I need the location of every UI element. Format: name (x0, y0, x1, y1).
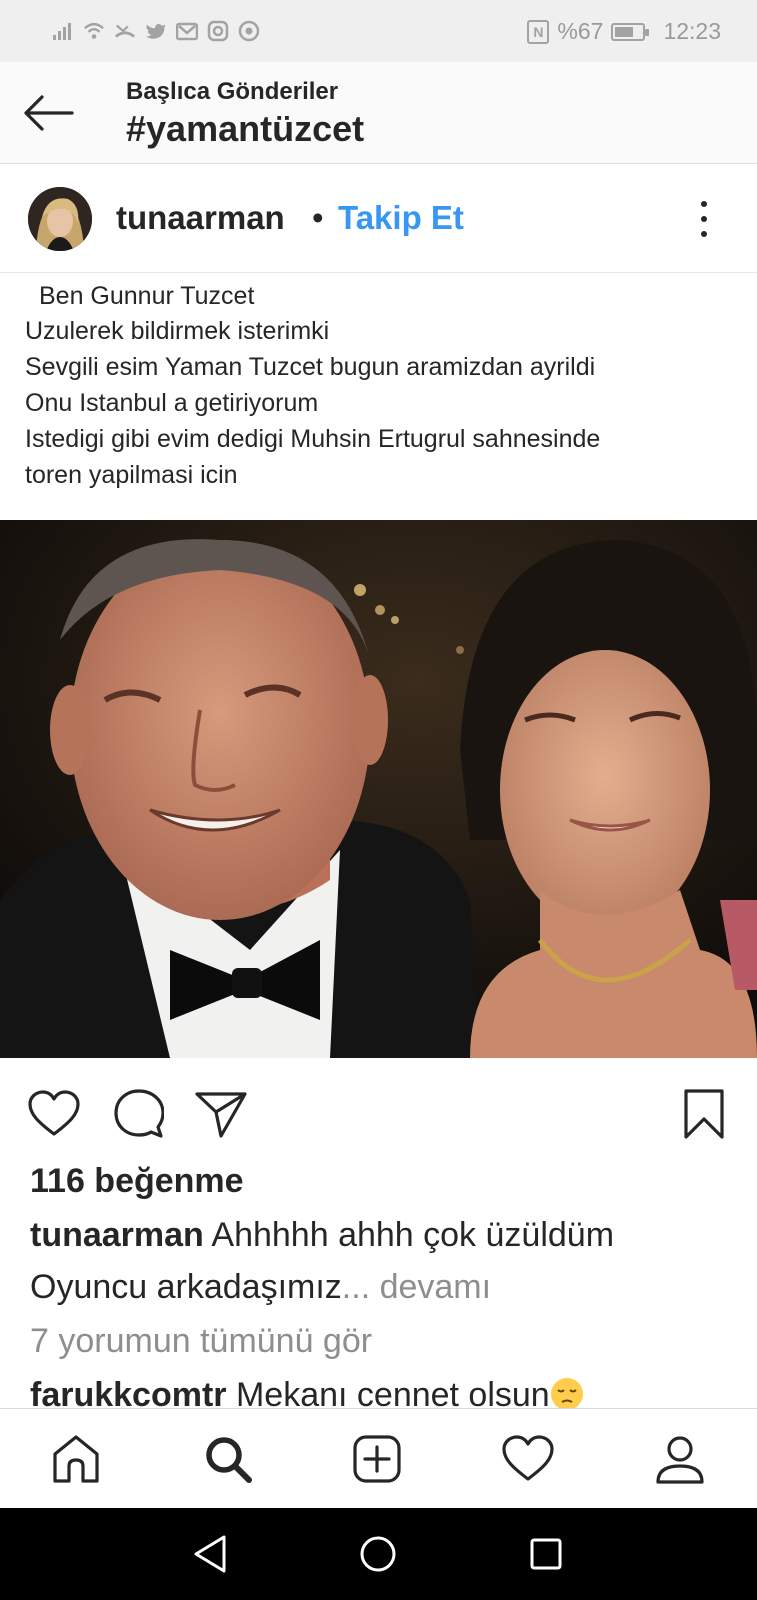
page-title: #yamantüzcet (126, 108, 365, 149)
caption-line: Uzulerek bildirmek isterimki (25, 317, 330, 345)
more-options-button[interactable] (690, 197, 718, 241)
caption-line: Ben Gunnur Tuzcet (39, 282, 255, 310)
caption-line: toren yapilmasi icin (25, 461, 238, 489)
nfc-icon: N (527, 19, 550, 44)
status-icons-right: N %67 12:23 (527, 18, 721, 45)
save-button[interactable] (676, 1086, 732, 1142)
more-dot (701, 216, 707, 222)
tab-new-post[interactable] (349, 1431, 405, 1487)
avatar[interactable] (28, 187, 92, 251)
wifi-icon (83, 20, 105, 42)
system-nav-bar (0, 1508, 757, 1600)
comment-bubble-icon (114, 1089, 164, 1138)
post-username[interactable]: tunaarman (116, 199, 285, 237)
gmail-icon (176, 20, 198, 42)
tab-search[interactable] (200, 1431, 256, 1487)
plus-square-icon (353, 1435, 401, 1483)
caption-line: Sevgili esim Yaman Tuzcet bugun aramizda… (25, 353, 596, 381)
heart-icon (502, 1435, 554, 1481)
status-icons-left (52, 20, 260, 42)
home-icon (53, 1435, 99, 1483)
follow-button[interactable]: Takip Et (338, 199, 464, 237)
more-dot (701, 231, 707, 237)
battery-icon (611, 22, 650, 41)
caption-line2: Oyuncu arkadaşımız (30, 1268, 342, 1306)
more-dot (701, 201, 707, 207)
paper-plane-icon (195, 1092, 247, 1138)
square-recents-icon (530, 1538, 562, 1570)
post-photo[interactable] (0, 520, 757, 1058)
arrow-left-icon (24, 95, 74, 131)
caption-text: Ahhhhh ahhh çok üzüldüm (203, 1216, 615, 1254)
search-icon (206, 1437, 252, 1483)
caption-line: Onu Istanbul a getiriyorum (25, 389, 319, 417)
more-link[interactable]: ... devamı (342, 1268, 491, 1306)
caption-line: Istedigi gibi evim dedigi Muhsin Ertugru… (25, 425, 601, 453)
heart-icon (28, 1090, 80, 1136)
pensive-face-emoji-icon (550, 1378, 583, 1410)
post-text-block: Ben Gunnur Tuzcet Uzulerek bildirmek ist… (0, 274, 757, 520)
likes-count[interactable]: 116 beğenme (30, 1162, 244, 1201)
missed-call-icon (114, 20, 136, 42)
caption-continued: Oyuncu arkadaşımız... devamı (30, 1268, 491, 1307)
view-all-comments-link[interactable]: 7 yorumun tümünü gör (30, 1322, 372, 1361)
tab-activity[interactable] (500, 1431, 556, 1487)
nav-recents-button[interactable] (522, 1530, 570, 1578)
bottom-tab-bar (0, 1408, 757, 1508)
person-icon (656, 1436, 704, 1484)
separator-dot: • (312, 199, 324, 236)
photo-illustration (0, 520, 757, 1058)
back-button[interactable] (20, 88, 76, 138)
twitter-icon (145, 20, 167, 42)
instagram-icon (207, 20, 229, 42)
tab-profile[interactable] (652, 1431, 708, 1487)
battery-fill (615, 26, 633, 37)
triangle-back-icon (194, 1535, 226, 1573)
battery-percent: %67 (557, 18, 604, 44)
like-button[interactable] (26, 1086, 82, 1142)
comment-button[interactable] (111, 1086, 167, 1142)
post-caption: tunaarman Ahhhhh ahhh çok üzüldüm (30, 1216, 614, 1255)
header-subtitle: Başlıca Gönderiler (126, 78, 339, 105)
post-actions (0, 1058, 757, 1168)
bookmark-icon (684, 1089, 724, 1139)
status-bar: N %67 12:23 (0, 0, 757, 62)
share-button[interactable] (193, 1086, 249, 1142)
clock: 12:23 (663, 18, 721, 44)
circle-home-icon (360, 1536, 396, 1572)
chrome-icon (238, 20, 260, 42)
nav-back-button[interactable] (186, 1530, 234, 1578)
post-header: tunaarman • Takip Et (0, 165, 757, 273)
caption-username[interactable]: tunaarman (30, 1216, 204, 1254)
top-header: Başlıca Gönderiler #yamantüzcet (0, 62, 757, 164)
signal-icon (52, 20, 74, 42)
nav-home-button[interactable] (354, 1530, 402, 1578)
tab-home[interactable] (48, 1431, 104, 1487)
